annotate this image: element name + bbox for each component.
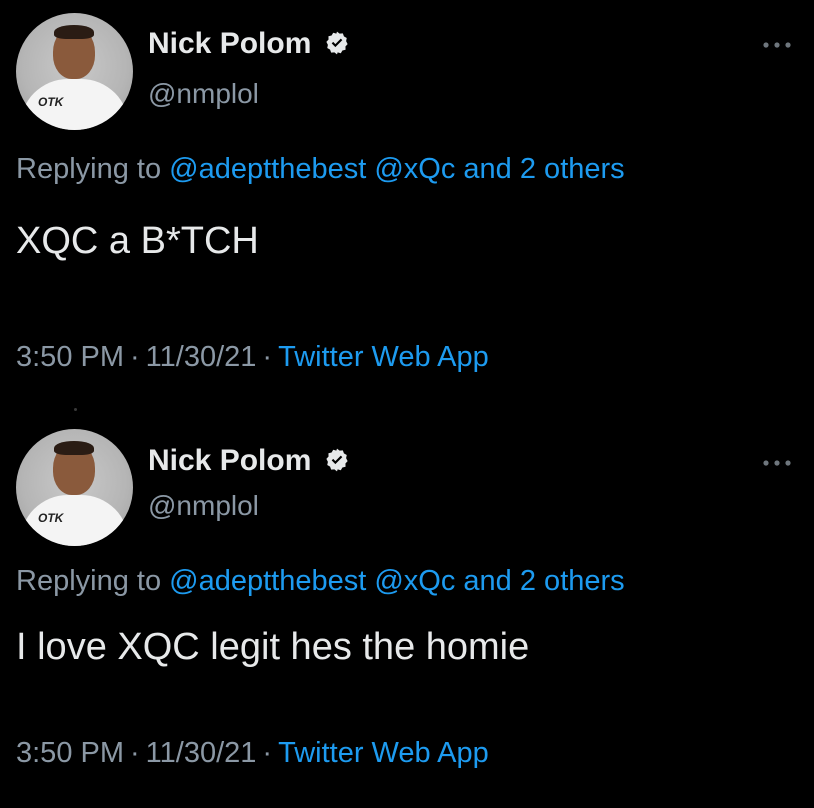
replying-to-label: Replying to (16, 153, 162, 185)
separator: · (130, 341, 140, 373)
others-link[interactable]: 2 others (520, 153, 625, 185)
author-name[interactable]: Nick Polom (148, 444, 311, 477)
replying-to-label: Replying to (16, 565, 162, 597)
tweet-meta: 3:50 PM · 11/30/21 · Twitter Web App (16, 737, 489, 770)
avatar[interactable]: OTK (16, 13, 133, 130)
tweet[interactable]: OTK Nick Polom @nmplol Replying to @adep… (0, 408, 814, 808)
avatar-hair (54, 441, 94, 455)
mention-link[interactable]: @xQc (374, 153, 455, 185)
author-handle[interactable]: @nmplol (148, 490, 259, 522)
tweet-time[interactable]: 3:50 PM (16, 737, 124, 769)
author-name-row[interactable]: Nick Polom (148, 27, 350, 64)
author-name-row[interactable]: Nick Polom (148, 444, 350, 481)
separator: · (130, 737, 140, 769)
avatar[interactable]: OTK (16, 429, 133, 546)
more-options-icon[interactable] (760, 456, 794, 470)
more-options-icon[interactable] (760, 38, 794, 52)
tweet-date[interactable]: 11/30/21 (146, 341, 257, 373)
tweet-text: I love XQC legit hes the homie (16, 626, 530, 668)
avatar-shirt (20, 79, 129, 130)
replying-to-line: Replying to @adeptthebest @xQc and 2 oth… (16, 565, 625, 598)
separator: · (262, 737, 273, 769)
mention-link[interactable]: @xQc (374, 565, 455, 597)
author-handle[interactable]: @nmplol (148, 78, 259, 110)
replying-to-line: Replying to @adeptthebest @xQc and 2 oth… (16, 153, 625, 186)
author-name[interactable]: Nick Polom (148, 27, 311, 60)
tweet-date[interactable]: 11/30/21 (146, 737, 257, 769)
tweet-source-link[interactable]: Twitter Web App (278, 341, 489, 373)
verified-badge-icon (324, 447, 350, 481)
tweet-source-link[interactable]: Twitter Web App (278, 737, 489, 769)
others-link[interactable]: 2 others (520, 565, 625, 597)
verified-badge-icon (324, 30, 350, 64)
tweet-meta: 3:50 PM · 11/30/21 · Twitter Web App (16, 341, 489, 374)
avatar-shirt-logo: OTK (38, 511, 64, 525)
and-label: and (463, 153, 512, 185)
mention-link[interactable]: @adeptthebest (169, 153, 366, 185)
separator: · (262, 341, 273, 373)
avatar-shirt-logo: OTK (38, 95, 64, 109)
and-label: and (463, 565, 512, 597)
tweet-text: XQC a B*TCH (16, 220, 259, 262)
tweet[interactable]: OTK Nick Polom @nmplol Replying to @adep… (0, 0, 814, 400)
tweet-time[interactable]: 3:50 PM (16, 341, 124, 373)
avatar-hair (54, 25, 94, 39)
mention-link[interactable]: @adeptthebest (169, 565, 366, 597)
avatar-shirt (20, 495, 129, 546)
